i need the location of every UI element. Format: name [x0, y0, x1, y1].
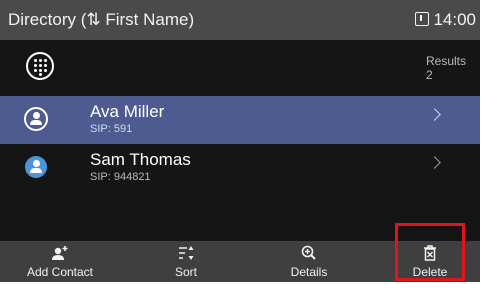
- time-label: 14:00: [433, 10, 476, 29]
- details-button[interactable]: Details: [249, 241, 369, 282]
- add-contact-icon: [52, 246, 68, 260]
- contact-avatar-icon: [24, 107, 48, 131]
- contact-row[interactable]: Ava Miller SIP: 591: [0, 96, 480, 144]
- chevron-right-icon[interactable]: [428, 108, 441, 121]
- results-number: 2: [426, 68, 433, 82]
- results-count: Results 2: [426, 54, 470, 82]
- sort-label: Sort: [174, 265, 197, 279]
- contact-sip: SIP: 591: [90, 123, 133, 135]
- clock-icon: [415, 12, 430, 26]
- add-contact-button[interactable]: Add Contact: [0, 241, 120, 282]
- highlight-annotation: [395, 223, 465, 281]
- page-title: Directory (⇅ First Name): [8, 10, 195, 29]
- contact-avatar-icon: [25, 156, 47, 178]
- title-bar: Directory (⇅ First Name) 14:00: [0, 0, 480, 40]
- zoom-in-icon: [301, 245, 316, 260]
- dialpad-button[interactable]: [26, 52, 54, 80]
- add-contact-label: Add Contact: [26, 265, 94, 279]
- status-clock: 14:00: [415, 10, 476, 30]
- sort-icon: [179, 246, 194, 260]
- details-label: Details: [290, 265, 328, 279]
- sort-button[interactable]: Sort: [126, 241, 246, 282]
- results-label: Results: [426, 54, 467, 68]
- chevron-right-icon[interactable]: [428, 156, 441, 169]
- contact-name: Ava Miller: [90, 102, 165, 121]
- contact-sip: SIP: 944821: [90, 171, 151, 183]
- contact-name: Sam Thomas: [90, 150, 191, 169]
- contact-row[interactable]: Sam Thomas SIP: 944821: [0, 144, 480, 192]
